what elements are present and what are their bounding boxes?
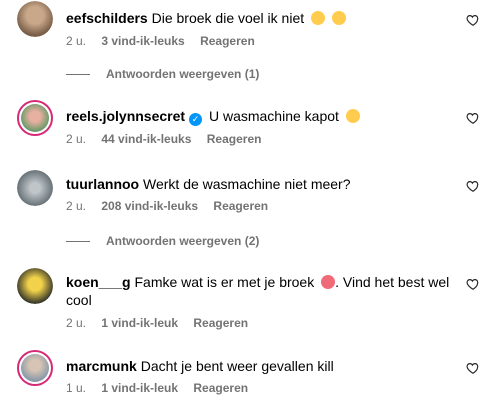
- comment-body: Famke wat is er met je broek: [134, 274, 315, 290]
- comment-text: marcmunk Dacht je bent weer gevallen kil…: [66, 357, 456, 375]
- comment-meta: 1 u. 1 vind-ik-leuk Reageren: [66, 381, 260, 395]
- likes-count[interactable]: 44 vind-ik-leuks: [101, 132, 191, 146]
- like-heart-icon[interactable]: [466, 361, 480, 375]
- comment-body: Die broek die voel ik niet: [151, 10, 305, 26]
- comment-meta: 2 u. 44 vind-ik-leuks Reageren: [66, 132, 273, 146]
- timestamp[interactable]: 2 u.: [66, 316, 86, 330]
- likes-count[interactable]: 208 vind-ik-leuks: [101, 199, 198, 213]
- view-replies-label: Antwoorden weergeven (1): [106, 67, 260, 81]
- avatar[interactable]: [17, 1, 53, 37]
- timestamp[interactable]: 2 u.: [66, 199, 86, 213]
- sweat-face-emoji: [311, 11, 326, 25]
- comment-meta: 2 u. 208 vind-ik-leuks Reageren: [66, 199, 280, 213]
- like-heart-icon[interactable]: [466, 277, 480, 291]
- view-replies-label: Antwoorden weergeven (2): [106, 234, 260, 248]
- timestamp[interactable]: 1 u.: [66, 381, 86, 395]
- comment-text: reels.jolynnsecret ✓ U wasmachine kapot: [66, 107, 456, 126]
- likes-count[interactable]: 1 vind-ik-leuk: [101, 316, 178, 330]
- comment-meta: 2 u. 1 vind-ik-leuk Reageren: [66, 316, 260, 330]
- comment-text: eefschilders Die broek die voel ik niet: [66, 9, 456, 27]
- avatar[interactable]: [17, 268, 53, 304]
- username[interactable]: koen___g: [66, 274, 131, 290]
- reply-button[interactable]: Reageren: [193, 381, 248, 395]
- comment-body: Werkt de wasmachine niet meer?: [143, 176, 351, 192]
- reply-button[interactable]: Reageren: [193, 316, 248, 330]
- view-replies-button[interactable]: Antwoorden weergeven (2): [66, 234, 259, 248]
- likes-count[interactable]: 3 vind-ik-leuks: [101, 34, 184, 48]
- avatar[interactable]: [17, 350, 53, 386]
- username[interactable]: reels.jolynnsecret: [66, 108, 185, 124]
- reply-button[interactable]: Reageren: [207, 132, 262, 146]
- username[interactable]: marcmunk: [66, 358, 137, 374]
- replies-divider: [66, 74, 90, 76]
- reply-button[interactable]: Reageren: [213, 199, 268, 213]
- like-heart-icon[interactable]: [466, 111, 480, 125]
- username[interactable]: tuurlannoo: [66, 176, 139, 192]
- timestamp[interactable]: 2 u.: [66, 34, 86, 48]
- likes-count[interactable]: 1 vind-ik-leuk: [101, 381, 178, 395]
- laughing-face-emoji: [345, 109, 360, 123]
- shocked-face-emoji: [321, 275, 336, 289]
- avatar[interactable]: [17, 170, 53, 206]
- timestamp[interactable]: 2 u.: [66, 132, 86, 146]
- replies-divider: [66, 241, 90, 243]
- username[interactable]: eefschilders: [66, 10, 148, 26]
- comment-meta: 2 u. 3 vind-ik-leuks Reageren: [66, 34, 267, 48]
- comment-text: koen___g Famke wat is er met je broek . …: [66, 273, 456, 309]
- comment-body: Dacht je bent weer gevallen kill: [140, 358, 334, 374]
- view-replies-button[interactable]: Antwoorden weergeven (1): [66, 67, 259, 81]
- blush-face-emoji: [331, 11, 346, 25]
- comment-body: U wasmachine kapot: [208, 108, 339, 124]
- like-heart-icon[interactable]: [466, 179, 480, 193]
- avatar[interactable]: [17, 100, 53, 136]
- comment-text: tuurlannoo Werkt de wasmachine niet meer…: [66, 175, 456, 193]
- verified-badge-icon: ✓: [189, 113, 203, 126]
- reply-button[interactable]: Reageren: [200, 34, 255, 48]
- like-heart-icon[interactable]: [466, 13, 480, 27]
